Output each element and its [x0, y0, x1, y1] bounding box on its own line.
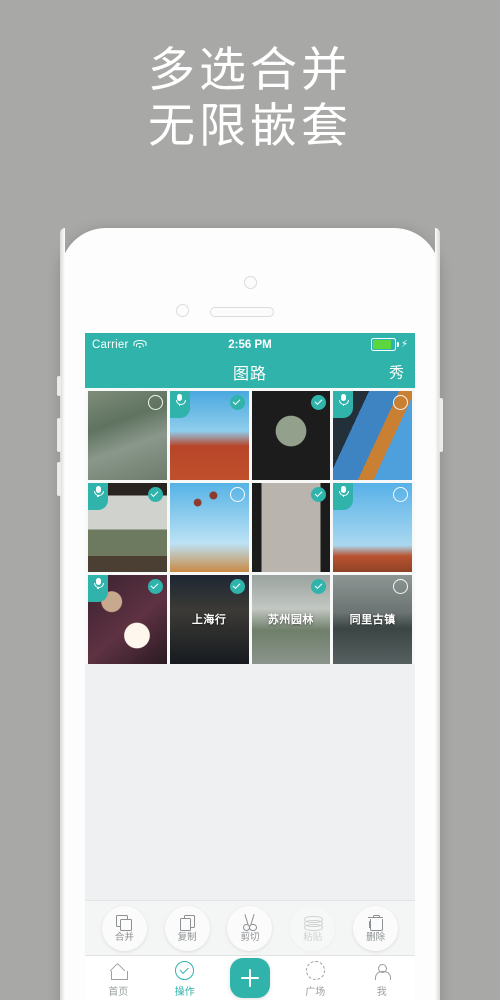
tab-plaza[interactable]: 广场	[282, 961, 349, 998]
microphone-icon	[169, 391, 190, 418]
device-left-edge	[60, 228, 65, 1000]
checkmark-icon[interactable]	[147, 578, 163, 594]
copy-icon	[179, 914, 195, 931]
tab-label: 操作	[174, 987, 195, 998]
tile-garden-courtyard[interactable]	[88, 482, 167, 572]
tile-label: 上海行	[191, 614, 227, 627]
unchecked-circle-icon[interactable]	[229, 486, 245, 502]
status-bar-right: ⚡	[371, 338, 408, 351]
action-merge[interactable]: 合并	[101, 906, 147, 951]
tab-label: 广场	[305, 987, 326, 998]
status-bar-time: 2:56 PM	[228, 338, 272, 351]
person-icon	[374, 961, 391, 980]
action-cut[interactable]: 剪切	[227, 906, 273, 951]
checkmark-icon[interactable]	[229, 578, 245, 594]
unchecked-circle-icon[interactable]	[393, 486, 408, 502]
checkmark-icon[interactable]	[229, 395, 245, 410]
promo-headline-line1: 多选合并	[148, 43, 352, 96]
home-icon	[109, 961, 128, 980]
tile-stone-gate[interactable]	[251, 482, 331, 572]
page-title: 图路	[232, 366, 267, 383]
tab-check-circle[interactable]: 操作	[152, 961, 219, 998]
action-label: 剪切	[240, 932, 260, 944]
power-button[interactable]	[439, 398, 443, 452]
tile-pond-trees[interactable]	[88, 391, 167, 480]
action-copy[interactable]: 复制	[164, 906, 210, 951]
unchecked-circle-icon[interactable]	[147, 395, 163, 410]
charging-bolt-icon: ⚡	[400, 338, 408, 350]
tile-magnolia[interactable]	[88, 574, 167, 664]
tile-label: 苏州园林	[267, 614, 314, 627]
tile-sky-eaves[interactable]	[333, 482, 412, 572]
tile-label: 同里古镇	[349, 614, 396, 627]
action-label: 粘贴	[303, 932, 323, 944]
volume-down-button[interactable]	[57, 462, 61, 496]
tab-label: 首页	[108, 987, 129, 998]
plus-icon[interactable]	[230, 958, 270, 998]
microphone-icon	[88, 482, 108, 510]
action-label: 合并	[114, 932, 134, 944]
action-label: 删除	[366, 932, 386, 944]
phone-screen: Carrier 2:56 PM ⚡ 图路 秀 上海行 苏州园林 同里古镇 合并 复制 剪…	[85, 333, 415, 1000]
tile-persimmon-branch[interactable]	[169, 482, 249, 572]
add-button-container	[218, 958, 282, 1000]
tile-folder-suzhou[interactable]: 苏州园林	[251, 574, 331, 664]
front-camera-icon	[244, 276, 257, 289]
promo-headline: 多选合并 无限嵌套	[0, 42, 500, 154]
app-store-promo-screenshot: 多选合并 无限嵌套 Carrier 2:56 PM ⚡ 图路 秀 上海行 苏州园…	[0, 0, 500, 1000]
trash-icon	[368, 914, 384, 931]
tab-bar: 首页 操作 广场 我	[85, 955, 415, 1000]
tab-home[interactable]: 首页	[85, 961, 152, 998]
earpiece-speaker	[210, 307, 274, 317]
tile-roof-canal[interactable]	[333, 391, 412, 480]
action-label: 复制	[177, 932, 197, 944]
check-circle-icon	[175, 961, 195, 980]
unchecked-circle-icon[interactable]	[393, 395, 408, 410]
microphone-icon	[88, 574, 108, 602]
paste-icon	[304, 914, 324, 931]
tab-person[interactable]: 我	[349, 961, 416, 998]
tile-temple-roof[interactable]	[169, 391, 249, 480]
mute-switch[interactable]	[57, 376, 61, 396]
photo-grid: 上海行 苏州园林 同里古镇	[85, 388, 415, 664]
plaza-icon	[305, 961, 325, 980]
volume-up-button[interactable]	[57, 418, 61, 452]
checkmark-icon[interactable]	[147, 486, 163, 502]
microphone-icon	[333, 391, 354, 418]
merge-icon	[116, 914, 133, 931]
cut-icon	[242, 914, 258, 932]
battery-icon	[371, 338, 399, 351]
action-trash[interactable]: 删除	[353, 906, 399, 951]
tile-folder-tongli[interactable]: 同里古镇	[333, 574, 412, 664]
navigation-bar: 图路 秀	[85, 356, 415, 388]
proximity-sensor-icon	[176, 304, 189, 317]
tile-lattice-window[interactable]	[251, 391, 331, 480]
action-paste: 粘贴	[290, 906, 336, 951]
iphone-device-frame: Carrier 2:56 PM ⚡ 图路 秀 上海行 苏州园林 同里古镇 合并 复制 剪…	[57, 228, 443, 1000]
unchecked-circle-icon[interactable]	[393, 578, 408, 594]
action-toolbar: 合并 复制 剪切 粘贴 删除	[85, 900, 415, 956]
tile-folder-shanghai[interactable]: 上海行	[169, 574, 249, 664]
tab-label: 我	[376, 987, 387, 998]
microphone-icon	[333, 482, 354, 510]
status-bar: Carrier 2:56 PM ⚡	[85, 333, 415, 356]
show-button[interactable]: 秀	[389, 362, 404, 383]
device-right-edge	[435, 228, 440, 1000]
promo-headline-line2: 无限嵌套	[148, 99, 352, 152]
